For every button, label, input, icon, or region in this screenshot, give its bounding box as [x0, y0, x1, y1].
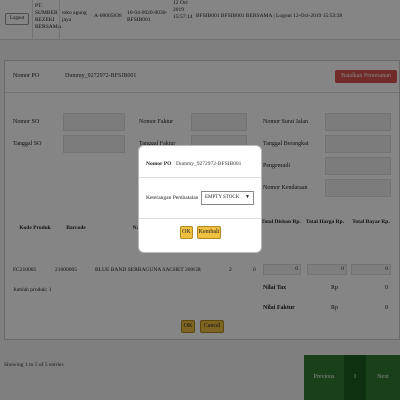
modal-po-label: Nomor PO — [146, 161, 172, 167]
modal-reason-label: Keterangan Pembatalan — [146, 195, 199, 201]
reason-select[interactable]: EMPTY STOCK ▼ — [201, 191, 254, 205]
chevron-down-icon: ▼ — [245, 195, 250, 200]
reason-selected-value: EMPTY STOCK — [205, 195, 240, 200]
modal-ok-button[interactable]: OK — [180, 226, 193, 239]
modal-divider — [139, 177, 261, 178]
cancel-order-dialog: Nomor PO Dummy_9272972-BFSIB001 Keterang… — [138, 145, 262, 253]
modal-divider — [139, 218, 261, 219]
modal-back-button[interactable]: Kembali — [197, 226, 221, 239]
modal-po-value: Dummy_9272972-BFSIB001 — [176, 161, 242, 167]
